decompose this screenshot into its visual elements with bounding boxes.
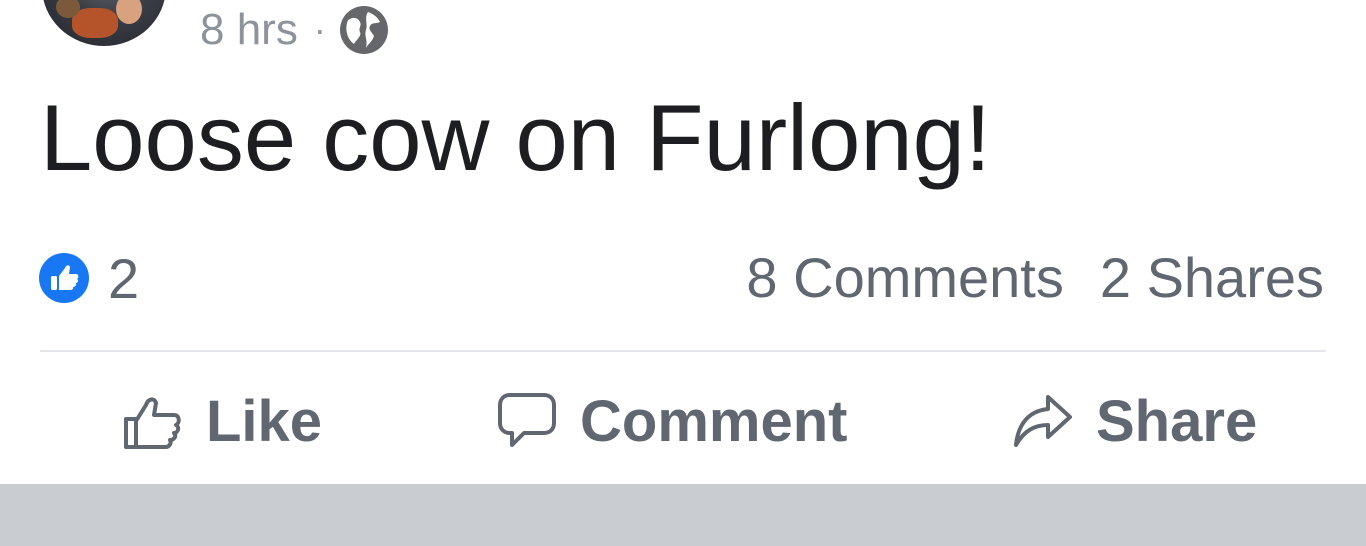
reactions-summary[interactable]: 2	[38, 247, 139, 310]
post-timestamp[interactable]: 8 hrs	[200, 5, 298, 55]
like-reaction-icon	[38, 252, 90, 304]
post-card: 8 hrs · Loose cow on Furlong! 2 8 Commen…	[0, 0, 1366, 484]
speech-bubble-icon	[496, 391, 558, 451]
share-button-label: Share	[1096, 388, 1258, 454]
meta-separator: ·	[313, 9, 326, 50]
avatar[interactable]	[42, 0, 166, 46]
comment-button-label: Comment	[580, 388, 848, 454]
share-button[interactable]: Share	[1012, 376, 1257, 466]
avatar-detail	[116, 0, 142, 24]
globe-icon[interactable]	[338, 4, 390, 56]
comments-count-link[interactable]: 8 Comments	[746, 245, 1063, 310]
feed-separator	[0, 484, 1366, 546]
shares-count-link[interactable]: 2 Shares	[1100, 245, 1324, 310]
action-bar: Like Comment Share	[0, 376, 1366, 466]
like-button-label: Like	[206, 388, 323, 454]
divider	[40, 350, 1326, 352]
post-text: Loose cow on Furlong!	[40, 85, 992, 190]
share-arrow-icon	[1012, 391, 1074, 451]
like-button[interactable]: Like	[122, 376, 322, 466]
post-meta: 8 hrs ·	[200, 4, 390, 56]
avatar-detail	[72, 8, 118, 38]
reaction-count: 2	[108, 246, 140, 310]
comment-button[interactable]: Comment	[496, 376, 847, 466]
engagement-counts: 8 Comments 2 Shares	[746, 245, 1324, 310]
thumbs-up-icon	[122, 391, 184, 451]
